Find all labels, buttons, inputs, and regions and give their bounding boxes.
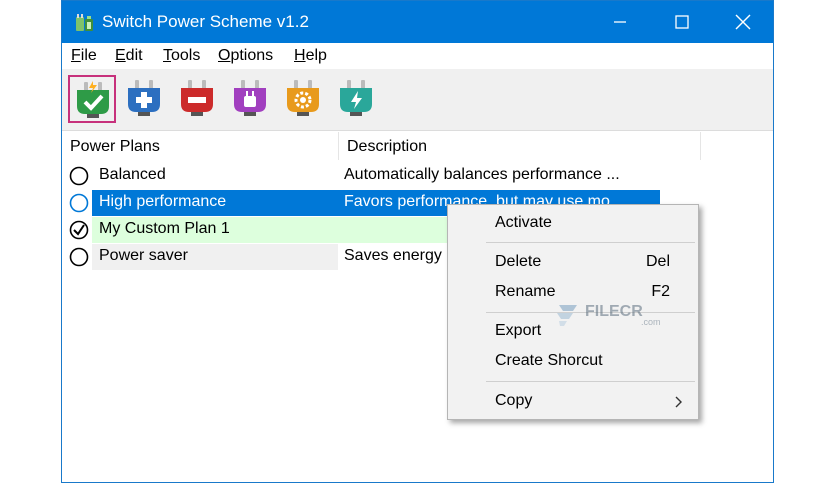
close-icon [735,14,751,30]
activate-plan-button[interactable] [68,75,116,123]
radio-checked-icon [69,220,89,240]
plan-name: High performance [99,193,227,210]
plan-name-cell: My Custom Plan 1 [92,217,338,243]
context-item-create-shortcut[interactable]: Create Shorcut [495,352,603,370]
column-divider[interactable] [700,132,701,160]
minimize-button[interactable] [589,1,651,43]
context-item-activate[interactable]: Activate [495,214,552,232]
app-icon [76,14,93,31]
context-item-copy[interactable]: Copy [495,392,532,410]
watermark-suffix: .com [641,317,661,327]
plan-name: Balanced [99,166,166,183]
plan-description: Saves energy [344,247,442,264]
menu-bar: File Edit Tools Options Help [62,43,773,69]
column-header-power-plans[interactable]: Power Plans [70,138,160,156]
toolbar [62,69,773,131]
context-item-export[interactable]: Export [495,322,541,340]
minimize-icon [614,21,626,23]
watermark-text: FILECR [585,303,643,320]
plan-name: My Custom Plan 1 [99,220,230,237]
column-divider[interactable] [338,132,339,160]
context-item-rename[interactable]: Rename [495,283,555,301]
menu-help[interactable]: Help [294,47,327,65]
plug-check-icon [77,81,109,118]
power-button[interactable] [333,75,381,123]
menu-tools[interactable]: Tools [163,47,200,65]
watermark-logo: FILECR .com [555,299,665,333]
shortcut-delete: Del [645,253,670,270]
menu-options[interactable]: Options [218,47,273,65]
menu-edit[interactable]: Edit [115,47,143,65]
settings-button[interactable] [280,75,328,123]
radio-empty-icon [69,193,89,213]
plug-add-icon [128,80,160,116]
window-title: Switch Power Scheme v1.2 [102,12,309,31]
plan-name-cell: High performance [92,190,338,216]
plan-name-cell: Balanced [92,163,338,189]
plan-description: Automatically balances performance ... [344,166,620,183]
maximize-button[interactable] [651,1,713,43]
plan-name-cell: Power saver [92,244,338,270]
chevron-right-icon [675,396,682,408]
menu-file[interactable]: File [71,47,97,65]
plug-rename-icon [234,80,266,116]
list-row-balanced[interactable]: Balanced Automatically balances performa… [62,163,662,189]
title-bar[interactable]: Switch Power Scheme v1.2 [62,1,773,43]
radio-empty-icon [69,166,89,186]
plug-power-icon [340,80,372,116]
delete-plan-button[interactable] [174,75,222,123]
menu-separator [486,242,695,243]
add-plan-button[interactable] [121,75,169,123]
maximize-icon [675,15,689,29]
plug-remove-icon [181,80,213,116]
context-item-delete[interactable]: Delete [495,253,541,271]
plug-settings-icon [287,80,319,116]
plan-name: Power saver [99,247,188,264]
watermark-icon [557,305,577,326]
rename-plan-button[interactable] [227,75,275,123]
radio-empty-icon [69,247,89,267]
menu-separator [486,381,695,382]
column-header-description[interactable]: Description [347,138,427,156]
close-button[interactable] [712,1,774,43]
